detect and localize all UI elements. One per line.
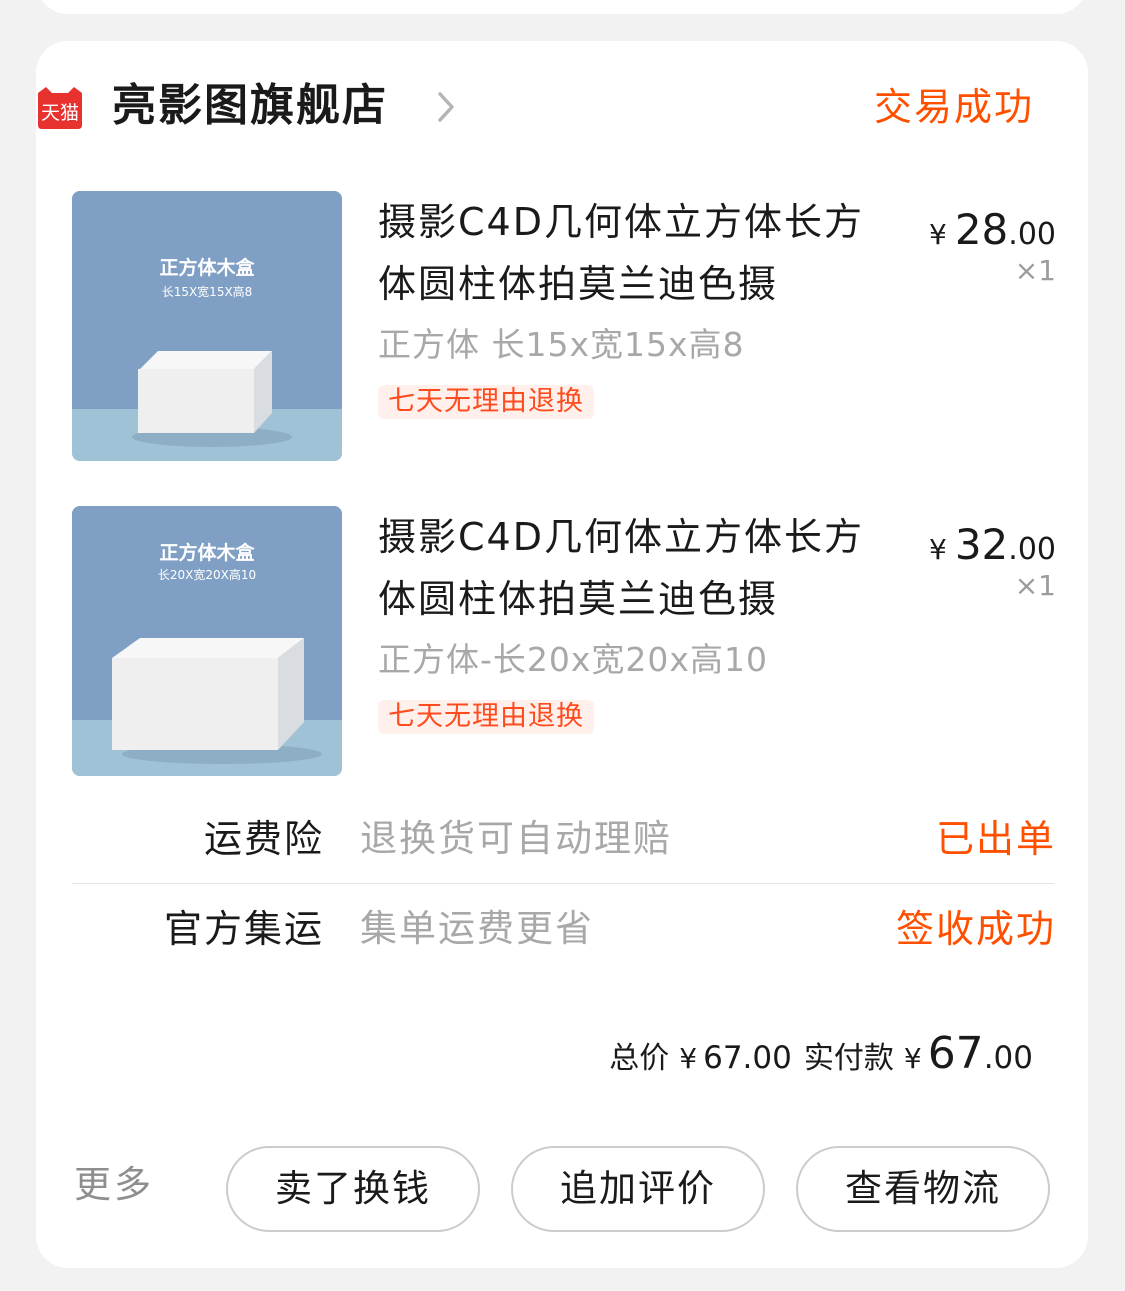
currency-symbol: ¥ bbox=[679, 1042, 698, 1075]
paid-amount-label: 实付款 bbox=[803, 1041, 894, 1076]
price-integer: 32 bbox=[954, 520, 1009, 569]
price-decimal: .00 bbox=[1008, 532, 1056, 567]
price-integer: 28 bbox=[954, 205, 1009, 254]
total-price-value: 67.00 bbox=[703, 1040, 792, 1076]
order-status: 交易成功 bbox=[873, 85, 1034, 129]
service-status: 已出单 bbox=[935, 817, 1056, 861]
product-title[interactable]: 摄影C4D几何体立方体长方体圆柱体拍莫兰迪色摄 bbox=[378, 191, 878, 315]
consolidated-shipping-row[interactable]: 官方集运 集单运费更省 签收成功 bbox=[72, 888, 1056, 968]
tmall-logo-text: 天猫 bbox=[41, 102, 79, 124]
thumbnail-subtitle: 长20X宽20X高10 bbox=[157, 568, 257, 582]
product-spec: 正方体 长15x宽15x高8 bbox=[378, 325, 745, 364]
product-title[interactable]: 摄影C4D几何体立方体长方体圆柱体拍莫兰迪色摄 bbox=[378, 506, 878, 630]
service-label: 官方集运 bbox=[163, 907, 324, 951]
product-spec: 正方体-长20x宽20x高10 bbox=[378, 640, 768, 679]
product-quantity: ×1 bbox=[1014, 569, 1056, 602]
paid-amount-decimal: .00 bbox=[983, 1040, 1033, 1076]
thumbnail-title: 正方体木盒 bbox=[159, 257, 255, 279]
shipping-insurance-row[interactable]: 运费险 退换货可自动理赔 已出单 bbox=[72, 798, 1056, 878]
currency-symbol: ¥ bbox=[903, 1042, 922, 1075]
more-button[interactable]: 更多 bbox=[74, 1160, 154, 1210]
order-totals: 总价 ¥67.00 实付款 ¥67.00 bbox=[609, 1024, 1033, 1084]
product-thumbnail[interactable]: 正方体木盒 长20X宽20X高10 bbox=[72, 506, 342, 776]
service-status: 签收成功 bbox=[895, 907, 1056, 951]
service-label: 运费险 bbox=[203, 817, 324, 861]
tmall-logo-icon: 天猫 bbox=[36, 85, 84, 129]
product-item[interactable]: 正方体木盒 长15X宽15X高8 摄影C4D几何体立方体长方体圆柱体拍莫兰迪色摄… bbox=[72, 191, 1056, 461]
chevron-right-icon[interactable] bbox=[432, 90, 460, 124]
thumbnail-title: 正方体木盒 bbox=[159, 542, 255, 564]
product-item[interactable]: 正方体木盒 长20X宽20X高10 摄影C4D几何体立方体长方体圆柱体拍莫兰迪色… bbox=[72, 506, 1056, 776]
shop-header[interactable]: 天猫 亮影图旗舰店 交易成功 bbox=[36, 70, 1032, 142]
view-logistics-button[interactable]: 查看物流 bbox=[796, 1146, 1050, 1232]
currency-symbol: ¥ bbox=[929, 218, 947, 251]
price-decimal: .00 bbox=[1008, 217, 1056, 252]
thumbnail-subtitle: 长15X宽15X高8 bbox=[161, 285, 253, 299]
currency-symbol: ¥ bbox=[929, 533, 947, 566]
return-policy-tag: 七天无理由退换 bbox=[378, 385, 594, 419]
divider bbox=[72, 883, 1054, 884]
shop-name[interactable]: 亮影图旗舰店 bbox=[112, 78, 388, 134]
paid-amount-integer: 67 bbox=[927, 1028, 984, 1079]
add-review-button[interactable]: 追加评价 bbox=[511, 1146, 765, 1232]
total-price-label: 总价 bbox=[609, 1041, 670, 1076]
product-quantity: ×1 bbox=[1014, 254, 1056, 287]
product-thumbnail[interactable]: 正方体木盒 长15X宽15X高8 bbox=[72, 191, 342, 461]
previous-order-card bbox=[36, 0, 1088, 14]
return-policy-tag: 七天无理由退换 bbox=[378, 700, 594, 734]
service-description: 退换货可自动理赔 bbox=[360, 817, 672, 860]
service-description: 集单运费更省 bbox=[360, 907, 594, 950]
sell-for-cash-button[interactable]: 卖了换钱 bbox=[226, 1146, 480, 1232]
